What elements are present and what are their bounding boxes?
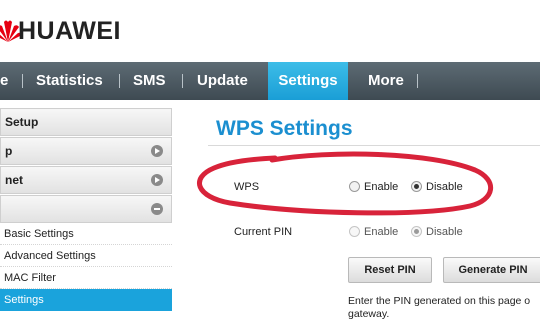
sidebar: Setup p net Basic Settings Advanced Sett…	[0, 108, 172, 335]
sidebar-item-label: net	[5, 173, 23, 187]
sidebar-item-ethernet[interactable]: net	[0, 166, 172, 194]
sidebar-subitem-basic-settings[interactable]: Basic Settings	[0, 223, 172, 245]
help-text: Enter the PIN generated on this page o g…	[348, 295, 531, 320]
nav-separator	[182, 74, 183, 88]
wps-disable-radio[interactable]	[411, 181, 422, 192]
nav-item-statistics[interactable]: Statistics	[36, 62, 103, 100]
pin-disable-radio[interactable]	[411, 226, 422, 237]
pin-disable-label: Disable	[426, 226, 463, 238]
wps-label: WPS	[234, 181, 260, 193]
nav-separator	[417, 74, 418, 88]
collapse-icon	[151, 203, 163, 215]
nav-item-home[interactable]: e	[0, 62, 10, 100]
pin-enable-label: Enable	[364, 226, 399, 238]
brand-name: HUAWEI	[18, 17, 121, 45]
nav-item-more[interactable]: More	[368, 62, 404, 100]
nav-item-settings[interactable]: Settings	[268, 62, 348, 100]
nav-item-update[interactable]: Update	[197, 62, 248, 100]
wps-disable-label: Disable	[426, 181, 463, 193]
reset-pin-button[interactable]: Reset PIN	[348, 257, 432, 283]
sidebar-item-label: Setup	[5, 115, 39, 129]
nav-item-sms[interactable]: SMS	[133, 62, 166, 100]
expand-icon	[151, 145, 163, 157]
nav-separator	[119, 74, 120, 88]
sidebar-subitem-wps-settings[interactable]: Settings	[0, 289, 172, 311]
wps-enable-radio[interactable]	[349, 181, 360, 192]
page-title: WPS Settings	[216, 117, 353, 140]
wps-enable-label: Enable	[364, 181, 399, 193]
current-pin-label: Current PIN	[234, 226, 293, 238]
sidebar-subitem-advanced-settings[interactable]: Advanced Settings	[0, 245, 172, 267]
expand-icon	[151, 174, 163, 186]
sidebar-subitem-mac-filter[interactable]: MAC Filter	[0, 267, 172, 289]
pin-enable-radio[interactable]	[349, 226, 360, 237]
title-divider	[208, 145, 540, 146]
header: HUAWEI	[0, 0, 540, 62]
sidebar-item-dial-up[interactable]: p	[0, 137, 172, 165]
main-nav: e Statistics SMS Update Settings More	[0, 62, 540, 100]
sidebar-item-quick-setup[interactable]: Setup	[0, 108, 172, 136]
generate-pin-button[interactable]: Generate PIN	[443, 257, 540, 283]
sidebar-item-label: p	[5, 144, 13, 158]
sidebar-item-wlan[interactable]	[0, 195, 172, 223]
nav-separator	[22, 74, 23, 88]
